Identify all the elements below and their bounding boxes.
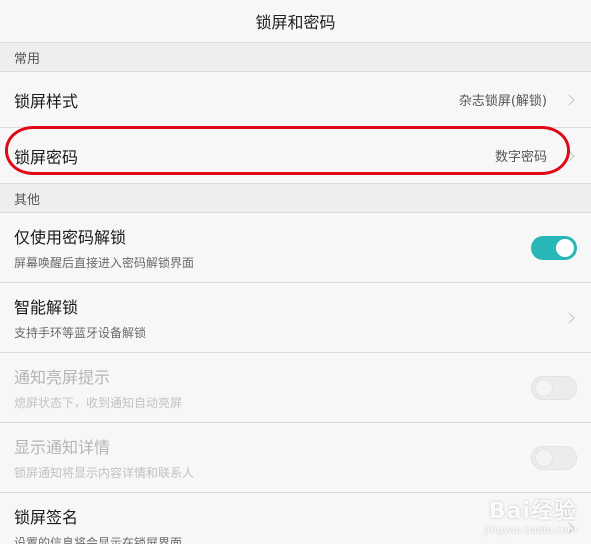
watermark-domain: jingyan.baidu.com: [484, 525, 577, 536]
chevron-right-icon: [563, 93, 575, 106]
lock-password-value: 数字密码: [494, 150, 547, 165]
password-only-toggle[interactable]: [531, 235, 577, 260]
lock-signature-sub: 设置的信息将会显示在锁屏界面: [14, 536, 183, 544]
notify-wake-row[interactable]: 通知亮屏提示 熄屏状态下，收到通知自动亮屏: [0, 353, 591, 423]
toggle-knob: [535, 448, 553, 467]
smart-unlock-label: 智能解锁: [14, 298, 79, 317]
title-bar: 锁屏和密码: [0, 0, 591, 43]
notify-detail-label: 显示通知详情: [14, 438, 111, 457]
settings-screen: 锁屏和密码 常用 锁屏样式 杂志锁屏(解锁) 锁屏密码 数字密码 其他 仅使用密…: [0, 0, 591, 544]
lock-signature-text: 锁屏签名 设置的信息将会显示在锁屏界面: [14, 504, 565, 544]
lock-style-value: 杂志锁屏(解锁): [458, 94, 547, 109]
section-header-common: 常用: [0, 43, 591, 72]
password-only-label: 仅使用密码解锁: [14, 228, 127, 247]
lock-password-label: 锁屏密码: [14, 147, 79, 167]
password-only-row[interactable]: 仅使用密码解锁 屏幕唤醒后直接进入密码解锁界面: [0, 213, 591, 283]
smart-unlock-sub: 支持手环等蓝牙设备解锁: [14, 326, 147, 340]
notify-detail-text: 显示通知详情 锁屏通知将显示内容详情和联系人: [14, 434, 531, 481]
lock-password-row[interactable]: 锁屏密码 数字密码: [0, 128, 591, 184]
notify-detail-toggle[interactable]: [531, 445, 577, 470]
toggle-knob: [535, 378, 553, 397]
watermark-brand: Bai经验: [488, 499, 577, 524]
lock-signature-label: 锁屏签名: [14, 508, 79, 527]
notify-wake-text: 通知亮屏提示 熄屏状态下，收到通知自动亮屏: [14, 364, 531, 411]
notify-wake-sub: 熄屏状态下，收到通知自动亮屏: [14, 396, 183, 410]
lock-style-text: 锁屏样式: [14, 88, 459, 112]
section-header-other: 其他: [0, 184, 591, 213]
password-only-text: 仅使用密码解锁 屏幕唤醒后直接进入密码解锁界面: [14, 224, 531, 271]
baidu-jingyan-watermark: Bai经验 jingyan.baidu.com: [485, 493, 577, 536]
notify-detail-sub: 锁屏通知将显示内容详情和联系人: [14, 466, 195, 480]
toggle-knob: [556, 238, 574, 257]
chevron-right-icon: [563, 149, 575, 162]
chevron-right-icon: [563, 311, 575, 324]
password-only-sub: 屏幕唤醒后直接进入密码解锁界面: [14, 256, 195, 270]
lock-style-label: 锁屏样式: [14, 91, 79, 111]
page-title: 锁屏和密码: [255, 13, 336, 32]
lock-password-text: 锁屏密码: [14, 144, 495, 168]
smart-unlock-text: 智能解锁 支持手环等蓝牙设备解锁: [14, 294, 565, 341]
notify-wake-label: 通知亮屏提示: [14, 368, 111, 387]
notify-wake-toggle[interactable]: [531, 375, 577, 400]
notify-detail-row[interactable]: 显示通知详情 锁屏通知将显示内容详情和联系人: [0, 423, 591, 493]
lock-style-row[interactable]: 锁屏样式 杂志锁屏(解锁): [0, 72, 591, 128]
smart-unlock-row[interactable]: 智能解锁 支持手环等蓝牙设备解锁: [0, 283, 591, 353]
